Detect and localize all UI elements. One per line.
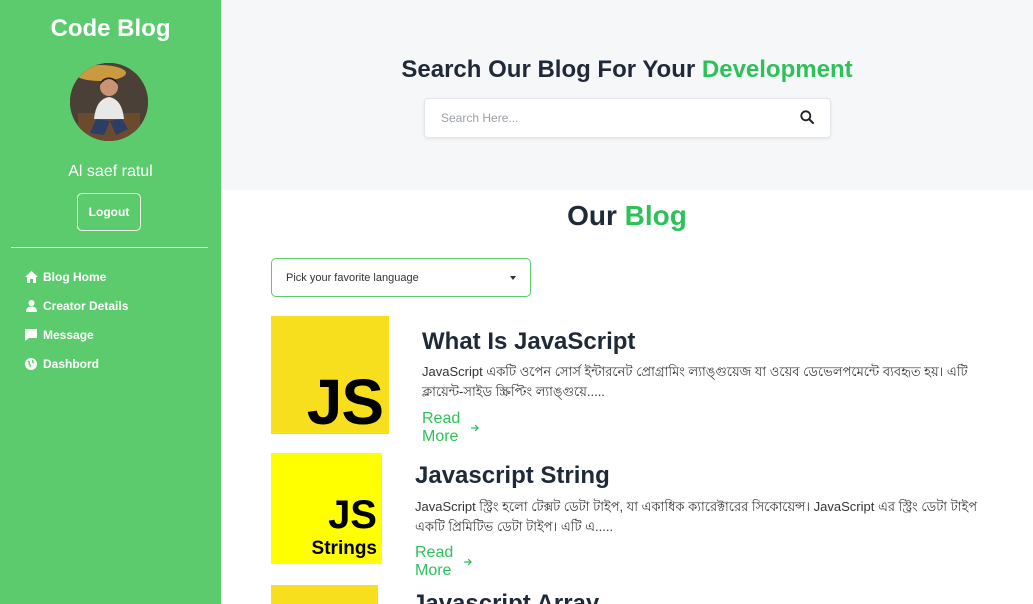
- user-icon: [24, 299, 38, 313]
- post-excerpt: JavaScript একটি ওপেন সোর্স ইন্টারনেট প্র…: [422, 364, 968, 399]
- sidebar-item-label: Dashbord: [43, 356, 100, 371]
- hero-title-prefix: Search Our Blog For Your: [401, 56, 696, 83]
- message-icon: [24, 328, 38, 342]
- sidebar-item-blog-home[interactable]: Blog Home: [24, 262, 128, 291]
- hero-title-accent: Development: [701, 56, 853, 83]
- blog-title-accent: Blog: [624, 200, 687, 231]
- sidebar-item-message[interactable]: Message: [24, 320, 128, 349]
- search-icon[interactable]: [800, 110, 816, 126]
- post-title[interactable]: Javascript Array: [412, 590, 599, 604]
- arrow-right-icon: [463, 558, 472, 566]
- post-thumbnail[interactable]: JS: [271, 316, 389, 434]
- sidebar-nav: Blog Home Creator Details Message Dashbo…: [24, 262, 128, 378]
- username: Al saef ratul: [68, 163, 153, 180]
- post-thumbnail[interactable]: [271, 585, 378, 604]
- hero-title: Search Our Blog For Your Development: [221, 56, 1033, 84]
- thumbnail-text: JS: [328, 493, 377, 537]
- sidebar-item-dashbord[interactable]: Dashbord: [24, 349, 128, 378]
- sidebar-item-label: Message: [43, 327, 94, 342]
- globe-icon: [24, 357, 38, 371]
- post-title[interactable]: What Is JavaScript: [422, 328, 635, 356]
- sidebar-item-label: Blog Home: [43, 269, 107, 284]
- read-more-label: Read More: [415, 544, 454, 579]
- home-icon: [24, 270, 38, 284]
- read-more-link[interactable]: Read More: [415, 544, 472, 580]
- read-more-link[interactable]: Read More: [422, 410, 479, 446]
- hero-search-section: Search Our Blog For Your Development: [221, 0, 1033, 190]
- blog-title-prefix: Our: [567, 200, 617, 231]
- arrow-right-icon: [470, 424, 479, 432]
- sidebar-item-creator-details[interactable]: Creator Details: [24, 291, 128, 320]
- blog-section-title: Our Blog: [221, 200, 1033, 232]
- post-excerpt: JavaScript স্ট্রিং হলো টেক্সট ডেটা টাইপ,…: [415, 499, 978, 534]
- post-title[interactable]: Javascript String: [415, 462, 610, 490]
- chevron-down-icon: [510, 276, 516, 280]
- search-input[interactable]: [425, 99, 785, 137]
- sidebar-item-label: Creator Details: [43, 298, 129, 313]
- thumbnail-subtext: Strings: [311, 538, 377, 559]
- sidebar: Code Blog Al saef ratul Logout Blog Home…: [0, 0, 221, 604]
- search-box: [424, 98, 831, 138]
- brand-title[interactable]: Code Blog: [0, 15, 221, 43]
- logout-button[interactable]: Logout: [77, 193, 141, 231]
- avatar: [70, 63, 148, 141]
- read-more-label: Read More: [422, 410, 461, 445]
- language-select-value: Pick your favorite language: [286, 271, 419, 284]
- language-select[interactable]: Pick your favorite language: [271, 258, 531, 297]
- post-thumbnail[interactable]: JS Strings: [271, 453, 382, 564]
- thumbnail-text: JS: [306, 366, 384, 434]
- sidebar-divider: [11, 247, 208, 248]
